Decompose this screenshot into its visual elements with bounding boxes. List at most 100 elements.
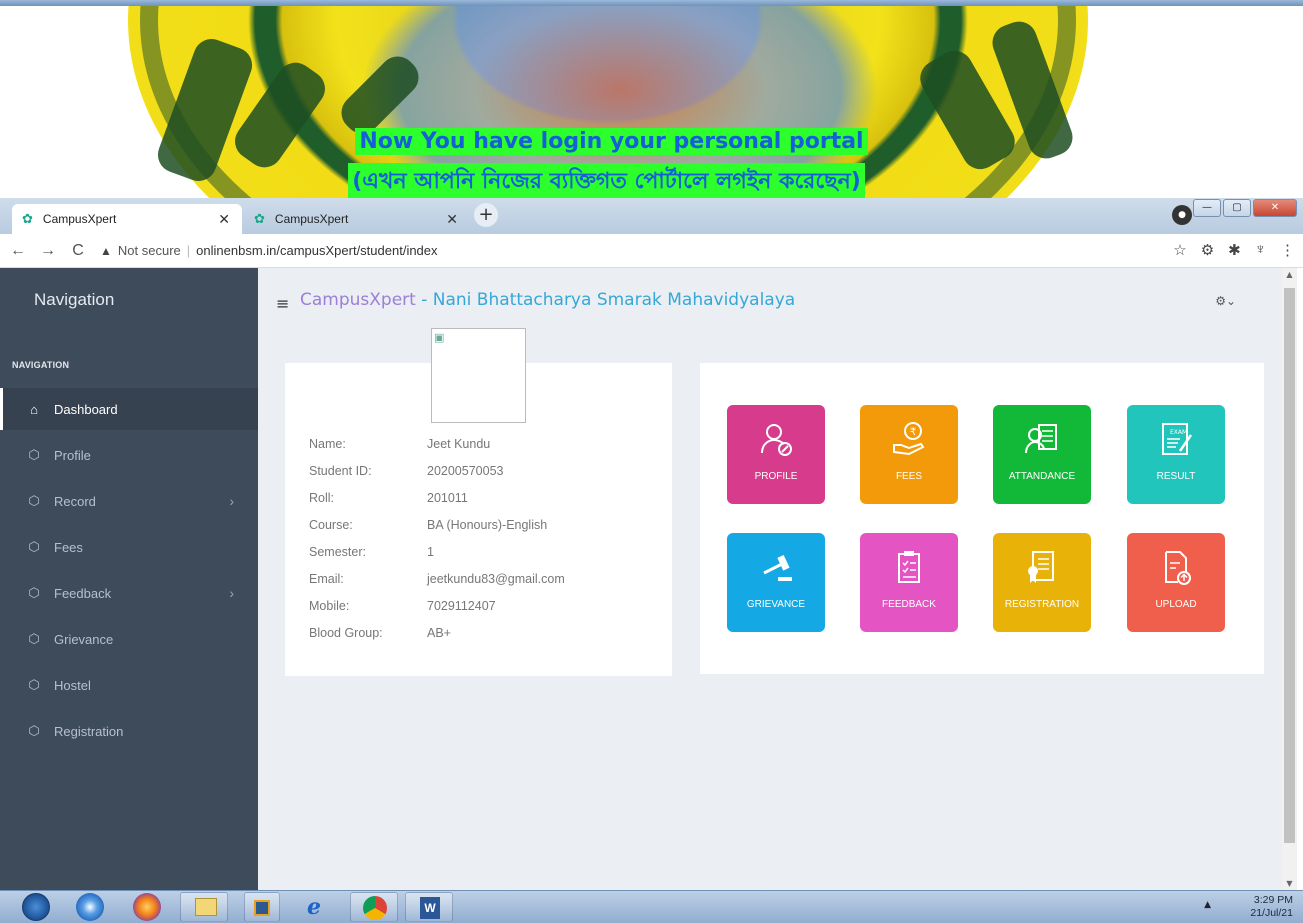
reload-icon[interactable]: C — [66, 242, 90, 260]
sidebar-item-label: Feedback — [54, 585, 112, 601]
sidebar-item-record[interactable]: ⬡ Record › — [0, 480, 258, 522]
field-value: Jeet Kundu — [427, 437, 491, 451]
field-label: Name: — [309, 437, 346, 451]
cube-icon: ⬡ — [28, 631, 40, 646]
extension-gear-icon[interactable]: ⚙ — [1201, 241, 1214, 259]
media-taskbar-button[interactable] — [244, 892, 280, 922]
scroll-down-icon[interactable]: ▼ — [1282, 879, 1297, 888]
menu-toggle-icon[interactable]: ≡ — [276, 294, 289, 313]
cube-icon: ⬡ — [28, 447, 40, 462]
tile-profile[interactable]: PROFILE — [727, 405, 825, 504]
field-label: Semester: — [309, 545, 366, 559]
window-controls: — ▢ ✕ — [1193, 199, 1297, 217]
sidebar-item-label: Record — [54, 493, 96, 509]
browser-tabbar: ✿ CampusXpert ✕ ✿ CampusXpert ✕ — [0, 198, 1303, 234]
brand-name: CampusXpert — [300, 290, 416, 310]
field-value: 7029112407 — [427, 599, 496, 613]
url-text: onlinenbsm.in/campusXpert/student/index — [196, 243, 438, 258]
sidebar-item-grievance[interactable]: ⬡ Grievance — [0, 618, 258, 660]
firefox-taskbar-icon[interactable] — [133, 893, 161, 921]
tile-registration[interactable]: REGISTRATION — [993, 533, 1091, 632]
sidebar-item-profile[interactable]: ⬡ Profile — [0, 434, 258, 476]
close-window-button[interactable]: ✕ — [1253, 199, 1297, 217]
tray-expand-icon[interactable]: ▲ — [1204, 900, 1211, 910]
browser-menu-icon[interactable]: ⋮ — [1280, 241, 1295, 259]
sidebar-item-registration[interactable]: ⬡ Registration — [0, 710, 258, 752]
chromium-taskbar-icon[interactable] — [76, 893, 104, 921]
field-value: 20200570053 — [427, 464, 504, 478]
close-tab-icon[interactable]: ✕ — [446, 211, 458, 228]
browser-tab-2[interactable]: ✿ CampusXpert ✕ — [244, 204, 470, 234]
forward-icon[interactable]: → — [36, 242, 60, 260]
info-row-mobile: Mobile: 7029112407 — [309, 599, 496, 613]
explorer-taskbar-button[interactable] — [180, 892, 228, 922]
bookmark-star-icon[interactable]: ☆ — [1173, 241, 1186, 259]
tile-feedback[interactable]: FEEDBACK — [860, 533, 958, 632]
word-taskbar-button[interactable]: W — [405, 892, 453, 922]
tile-grievance[interactable]: GRIEVANCE — [727, 533, 825, 632]
start-button[interactable] — [22, 893, 50, 921]
tile-label: RESULT — [1156, 471, 1196, 482]
sidebar-item-dashboard[interactable]: ⌂ Dashboard — [0, 388, 258, 430]
field-value: BA (Honours)-English — [427, 518, 548, 532]
page-scrollbar[interactable]: ▲ ▼ — [1282, 268, 1297, 890]
dashboard-tiles-card: PROFILE ₹ FEES ATTANDANCE EXAM RESULT GR… — [700, 363, 1264, 674]
sidebar-item-hostel[interactable]: ⬡ Hostel — [0, 664, 258, 706]
folder-icon — [195, 898, 217, 916]
file-upload-icon — [1165, 551, 1191, 585]
svg-text:EXAM: EXAM — [1170, 429, 1187, 436]
sidebar-section-label: NAVIGATION — [12, 360, 70, 370]
address-bar: ← → C ▲ Not secure | onlinenbsm.in/campu… — [0, 234, 1303, 268]
tile-fees[interactable]: ₹ FEES — [860, 405, 958, 504]
sidebar-item-feedback[interactable]: ⬡ Feedback › — [0, 572, 258, 614]
close-tab-icon[interactable]: ✕ — [218, 211, 230, 228]
tile-upload[interactable]: UPLOAD — [1127, 533, 1225, 632]
info-row-name: Name: Jeet Kundu — [309, 437, 490, 451]
tile-result[interactable]: EXAM RESULT — [1127, 405, 1225, 504]
chrome-icon — [363, 896, 387, 920]
tile-label: UPLOAD — [1155, 599, 1197, 610]
new-tab-button[interactable]: + — [474, 203, 498, 227]
url-field[interactable]: ▲ Not secure | onlinenbsm.in/campusXpert… — [100, 243, 438, 258]
maximize-button[interactable]: ▢ — [1223, 199, 1251, 217]
cube-icon: ⬡ — [28, 723, 40, 738]
tile-label: REGISTRATION — [1004, 599, 1080, 610]
tile-attendance[interactable]: ATTANDANCE — [993, 405, 1091, 504]
clock-date: 21/Jul/21 — [1250, 907, 1293, 919]
scroll-up-icon[interactable]: ▲ — [1282, 270, 1297, 279]
sidebar-item-label: Grievance — [54, 631, 114, 647]
exam-result-icon: EXAM — [1162, 423, 1193, 455]
media-player-icon — [254, 900, 270, 916]
extensions-puzzle-icon[interactable]: ✱ — [1228, 241, 1241, 259]
cube-icon: ⬡ — [28, 539, 40, 554]
internet-explorer-icon[interactable]: e — [300, 894, 328, 922]
security-label: Not secure — [117, 243, 181, 258]
banner-text-english: Now You have login your personal portal — [355, 128, 868, 155]
field-label: Blood Group: — [309, 626, 383, 640]
sidebar-item-label: Hostel — [54, 677, 91, 693]
back-icon[interactable]: ← — [6, 242, 30, 260]
banner-text-bengali: (এখন আপনি নিজের ব্যক্তিগত পোর্টালে লগইন … — [348, 163, 865, 198]
word-icon: W — [420, 897, 440, 919]
certificate-icon — [1028, 551, 1054, 583]
tile-label: FEEDBACK — [882, 599, 936, 610]
sidebar-item-label: Fees — [54, 539, 83, 555]
taskbar: e W ▲ 3:29 PM 21/Jul/21 — [0, 890, 1303, 923]
sidebar-item-label: Dashboard — [54, 401, 118, 417]
browser-profile-icon[interactable]: ● — [1172, 205, 1192, 225]
settings-gear-icon[interactable]: ⚙⌄ — [1215, 294, 1236, 308]
minimize-button[interactable]: — — [1193, 199, 1221, 217]
sidebar: Navigation NAVIGATION ⌂ Dashboard ⬡ Prof… — [0, 268, 258, 890]
browser-tab-1[interactable]: ✿ CampusXpert ✕ — [12, 204, 242, 234]
cube-icon: ⬡ — [28, 585, 40, 600]
info-row-course: Course: BA (Honours)-English — [309, 518, 547, 532]
scrollbar-thumb[interactable] — [1284, 288, 1295, 843]
sidebar-item-fees[interactable]: ⬡ Fees — [0, 526, 258, 568]
system-clock[interactable]: 3:29 PM 21/Jul/21 — [1250, 894, 1293, 920]
sidebar-item-label: Profile — [54, 447, 91, 463]
warning-icon: ▲ — [100, 243, 112, 258]
extension-tower-icon[interactable]: ♆ — [1255, 241, 1266, 259]
tile-label: FEES — [895, 471, 923, 482]
chrome-taskbar-button[interactable] — [350, 892, 398, 922]
field-label: Roll: — [309, 491, 335, 505]
